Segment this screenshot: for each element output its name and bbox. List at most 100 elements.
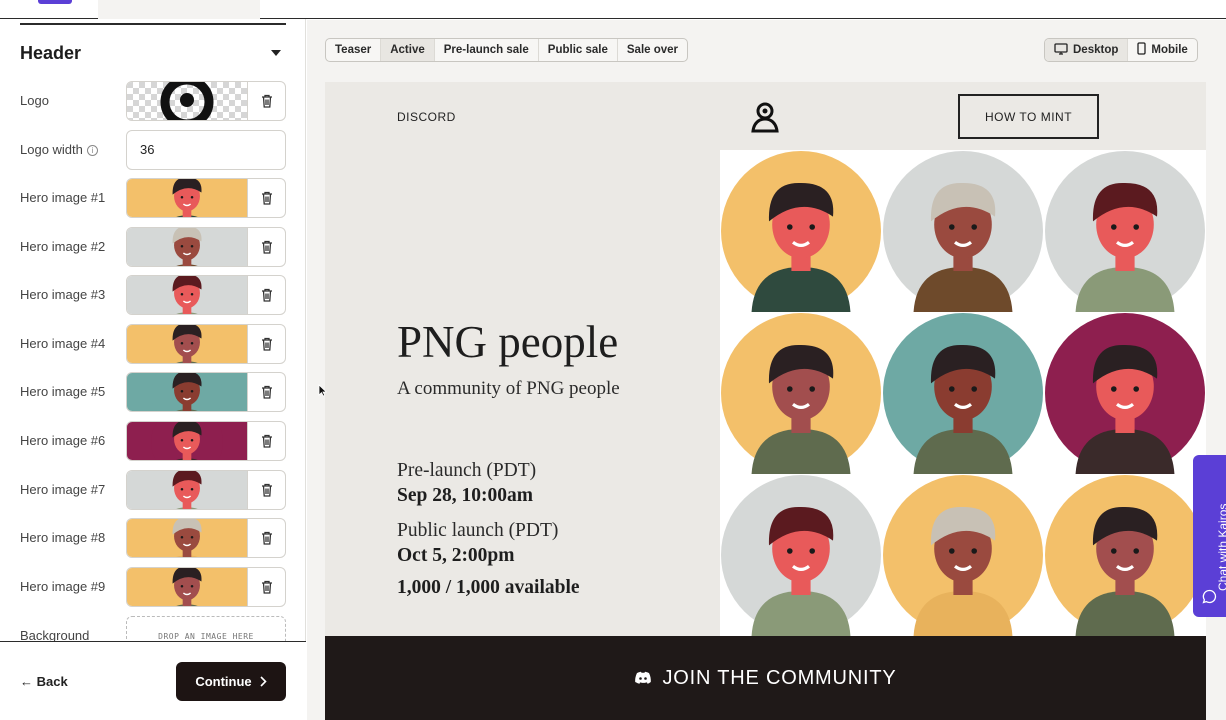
hero-image-thumbnail[interactable] — [127, 227, 247, 266]
remove-hero-image-button[interactable] — [247, 324, 285, 363]
logo-label: Logo — [20, 93, 49, 108]
state-tab[interactable]: Public sale — [539, 39, 618, 61]
trash-icon — [262, 240, 272, 254]
remove-hero-image-button[interactable] — [247, 422, 285, 460]
hero-image-thumbnail[interactable] — [127, 422, 247, 460]
hero-image-label: Hero image #8 — [20, 530, 106, 546]
hero-image-thumbnail[interactable] — [127, 179, 247, 217]
hero-image-thumbnail[interactable] — [127, 373, 247, 412]
state-switcher: Teaser Active Pre-launch sale Public sal… — [325, 38, 689, 62]
hero-image-field[interactable] — [126, 421, 286, 461]
settings-scroll-area[interactable]: Header Logo Logo width i 36 Hero image #… — [0, 19, 306, 641]
hero-image-label: Hero image #9 — [20, 578, 106, 594]
continue-button[interactable]: Continue — [176, 662, 286, 701]
top-tab[interactable] — [98, 0, 260, 19]
avatar-tile — [1044, 312, 1206, 474]
hero-image-field[interactable] — [126, 323, 286, 364]
hero-image-field[interactable] — [126, 518, 286, 559]
hero-image-row: Hero image #5 — [0, 372, 306, 413]
nav-discord-link[interactable]: DISCORD — [397, 110, 456, 124]
logo-image-field[interactable] — [126, 81, 286, 121]
hero-image-thumbnail[interactable] — [127, 567, 247, 606]
logo-thumbnail[interactable] — [127, 82, 247, 120]
hero-image-label: Hero image #4 — [20, 335, 106, 351]
chat-bubble-icon — [1202, 589, 1217, 604]
how-to-mint-button[interactable]: HOW TO MINT — [958, 94, 1099, 139]
hero-image-label: Hero image #6 — [20, 433, 106, 448]
info-icon[interactable]: i — [86, 145, 98, 156]
trash-icon — [262, 580, 272, 594]
remove-hero-image-button[interactable] — [247, 373, 285, 412]
site-preview: DISCORD HOW TO MINT PNG people A communi… — [325, 82, 1206, 720]
desktop-icon — [1054, 43, 1068, 55]
mouse-cursor-icon — [318, 384, 327, 397]
back-button[interactable]: ← Back — [20, 674, 68, 689]
device-switcher: Desktop Mobile — [1044, 38, 1198, 62]
availability-count: 1,000 / 1,000 available — [397, 577, 580, 598]
collapse-caret-icon[interactable] — [271, 50, 281, 56]
trash-icon — [262, 434, 272, 448]
hero-image-field[interactable] — [126, 275, 286, 316]
trash-icon — [262, 532, 272, 545]
hero-image-row: Hero image #1 — [0, 178, 306, 218]
hero-image-label: Hero image #5 — [20, 384, 106, 400]
avatar-tile — [882, 312, 1044, 474]
hero-image-label: Hero image #1 — [20, 190, 106, 205]
device-tab-desktop[interactable]: Desktop — [1045, 39, 1129, 61]
trash-icon — [262, 94, 272, 108]
mobile-icon — [1137, 42, 1147, 55]
hero-image-field[interactable] — [126, 469, 286, 510]
hero-image-field[interactable] — [126, 226, 286, 267]
state-tab[interactable]: Active — [381, 39, 435, 61]
remove-hero-image-button[interactable] — [247, 179, 285, 217]
section-title: Header — [20, 43, 82, 63]
remove-hero-image-button[interactable] — [247, 519, 285, 558]
hero-image-thumbnail[interactable] — [127, 276, 247, 315]
state-tab[interactable]: Sale over — [618, 39, 687, 61]
preview-area: Teaser Active Pre-launch sale Public sal… — [307, 20, 1226, 720]
trash-icon — [262, 483, 272, 497]
chevron-right-icon — [260, 676, 267, 687]
trash-icon — [262, 289, 272, 302]
logo-width-input[interactable]: 36 — [126, 130, 286, 170]
device-tab-mobile[interactable]: Mobile — [1128, 39, 1196, 61]
hero-image-row: Hero image #3 — [0, 275, 306, 316]
public-launch-date: Oct 5, 2:00pm — [397, 545, 515, 566]
avatar-tile — [882, 150, 1044, 312]
avatar-tile — [882, 474, 1044, 636]
hero-title: PNG people — [397, 317, 619, 367]
background-label: Background — [20, 628, 90, 641]
hero-image-field[interactable] — [126, 178, 286, 218]
arrow-left-icon: ← — [20, 674, 33, 689]
background-dropzone[interactable]: DROP AN IMAGE HERE — [126, 616, 286, 641]
continue-label: Continue — [195, 674, 252, 689]
site-logo-icon[interactable] — [749, 101, 781, 138]
top-bar — [0, 0, 1226, 19]
logo-width-row: Logo width i 36 — [0, 130, 306, 170]
settings-panel: Header Logo Logo width i 36 Hero image #… — [0, 19, 306, 720]
app-logo[interactable] — [38, 0, 72, 4]
hero-image-thumbnail[interactable] — [127, 324, 247, 363]
state-tab[interactable]: Teaser — [326, 39, 382, 61]
trash-icon — [262, 191, 272, 205]
logo-row: Logo — [0, 81, 306, 121]
hero-image-row: Hero image #6 — [0, 421, 306, 461]
join-community-button[interactable]: JOIN THE COMMUNITY — [325, 636, 1206, 720]
hero-image-thumbnail[interactable] — [127, 519, 247, 558]
remove-hero-image-button[interactable] — [247, 470, 285, 509]
state-tab[interactable]: Pre-launch sale — [435, 39, 539, 61]
remove-hero-image-button[interactable] — [247, 276, 285, 315]
avatar-tile — [720, 312, 882, 474]
trash-icon — [262, 337, 272, 351]
hero-image-field[interactable] — [126, 566, 286, 607]
remove-hero-image-button[interactable] — [247, 567, 285, 606]
hero-image-thumbnail[interactable] — [127, 470, 247, 509]
chat-widget-tab[interactable]: Chat with Kairos — [1193, 455, 1226, 617]
prelaunch-date: Sep 28, 10:00am — [397, 485, 533, 506]
hero-image-row: Hero image #8 — [0, 518, 306, 559]
hero-image-field[interactable] — [126, 372, 286, 413]
remove-hero-image-button[interactable] — [247, 227, 285, 266]
join-community-label: JOIN THE COMMUNITY — [662, 666, 897, 689]
remove-logo-button[interactable] — [247, 82, 285, 120]
public-launch-label: Public launch (PDT) — [397, 520, 559, 541]
